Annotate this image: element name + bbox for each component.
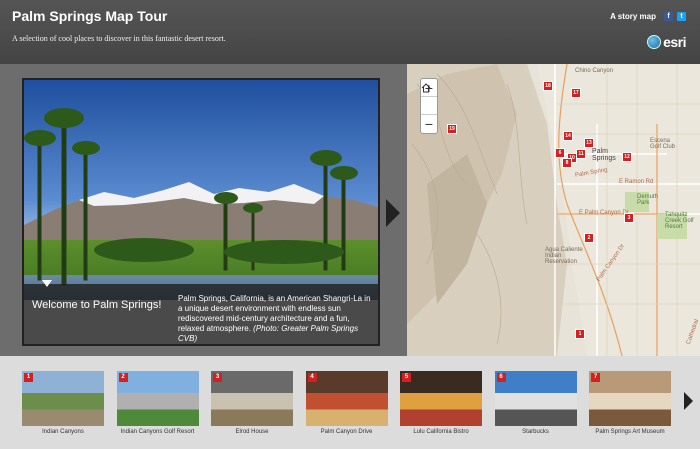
slide-description: Palm Springs, California, is an American… — [178, 294, 376, 344]
map-marker[interactable]: 2 — [584, 233, 594, 243]
thumbnail-number: 6 — [496, 373, 506, 382]
page-subtitle: A selection of cool places to discover i… — [12, 34, 226, 43]
page-title: Palm Springs Map Tour — [12, 8, 168, 24]
map-marker[interactable]: 8 — [562, 158, 572, 168]
story-map-link[interactable]: A story map — [610, 12, 656, 21]
thumbnail-number: 2 — [118, 373, 128, 382]
map-label-demuth: Demuth Park — [637, 194, 659, 206]
slide-caption: Welcome to Palm Springs! Palm Springs, C… — [24, 284, 378, 344]
map-marker[interactable]: 1 — [575, 329, 585, 339]
next-slide-arrow-icon[interactable] — [386, 199, 400, 227]
zoom-out-button[interactable]: − — [421, 115, 437, 133]
facebook-icon[interactable]: f — [664, 12, 673, 21]
esri-logo-text: esri — [663, 34, 686, 50]
map-marker[interactable]: 14 — [563, 131, 573, 141]
map-label-escena: Escena Golf Club — [650, 138, 676, 150]
map-marker[interactable]: 12 — [622, 152, 632, 162]
map-marker[interactable]: 19 — [447, 124, 457, 134]
home-button[interactable] — [421, 83, 437, 115]
slide-title: Welcome to Palm Springs! — [32, 299, 162, 311]
map-marker[interactable]: 18 — [543, 81, 553, 91]
thumbnail-number: 3 — [213, 373, 222, 382]
thumbnail-label: Lulu California Bistro — [413, 429, 469, 435]
thumbnail-image[interactable] — [400, 371, 482, 426]
thumbnail-item[interactable]: 6 Starbucks — [494, 371, 577, 443]
map-marker[interactable]: 6 — [555, 148, 565, 158]
map-terrain — [407, 64, 700, 356]
thumbnail-label: Palm Canyon Drive — [320, 429, 373, 435]
thumbnail-image[interactable] — [589, 371, 671, 426]
carousel-next-arrow-icon[interactable] — [684, 392, 693, 410]
twitter-icon[interactable]: t — [677, 12, 686, 21]
map-marker[interactable]: 13 — [584, 138, 594, 148]
thumbnail-label: Starbucks — [522, 429, 549, 435]
thumbnail-label: Indian Canyons Golf Resort — [120, 429, 195, 435]
map-marker[interactable]: 3 — [624, 213, 634, 223]
thumbnail-image[interactable] — [22, 371, 104, 426]
thumbnail-carousel: 1 Indian Canyons 2 Indian Canyons Golf Reso… — [0, 356, 700, 449]
map-view[interactable]: + − Chino Canyon Palm Springs Escena Gol… — [407, 64, 700, 356]
map-label-chino-canyon: Chino Canyon — [575, 68, 614, 74]
header: Palm Springs Map Tour A selection of coo… — [0, 0, 700, 64]
globe-icon — [647, 35, 662, 49]
map-label-e-palm-canyon: E Palm Canyon Dr — [579, 210, 629, 216]
map-label-e-ramon: E Ramon Rd — [619, 179, 654, 185]
map-label-agua-caliente: Agua Caliente Indian Reservation — [545, 247, 583, 265]
map-marker[interactable]: 11 — [576, 149, 586, 159]
thumbnail-label: Palm Springs Art Museum — [595, 429, 665, 435]
esri-logo[interactable]: esri — [647, 34, 686, 50]
thumbnail-item[interactable]: 2 Indian Canyons Golf Resort — [116, 371, 199, 443]
thumbnail-item[interactable]: 3 Elrod House — [211, 371, 293, 443]
home-icon — [421, 83, 431, 93]
thumbnail-number: 1 — [24, 373, 33, 382]
photo-palms — [24, 108, 358, 286]
thumbnail-number: 7 — [591, 373, 600, 382]
thumbnail-image[interactable] — [494, 371, 577, 426]
thumbnail-number: 5 — [402, 373, 411, 382]
caption-toggle-icon[interactable] — [42, 280, 52, 287]
map-marker[interactable]: 17 — [571, 88, 581, 98]
thumbnail-label: Elrod House — [235, 429, 269, 435]
thumbnail-image[interactable] — [116, 371, 199, 426]
thumbnail-item[interactable]: 7 Palm Springs Art Museum — [589, 371, 671, 443]
media-panel: Welcome to Palm Springs! Palm Springs, C… — [0, 64, 407, 356]
thumbnail-item[interactable]: 1 Indian Canyons — [22, 371, 104, 443]
thumbnail-number: 4 — [307, 373, 317, 382]
thumbnail-label: Indian Canyons — [42, 429, 84, 435]
thumbnail-item[interactable]: 4 Palm Canyon Drive — [305, 371, 388, 443]
map-label-tahquitz: Tahquitz Creek Golf Resort — [665, 212, 694, 230]
thumbnail-image[interactable] — [211, 371, 293, 426]
zoom-controls: + − — [420, 78, 438, 134]
thumbnail-image[interactable] — [305, 371, 388, 426]
slide-photo: Welcome to Palm Springs! Palm Springs, C… — [22, 78, 380, 346]
thumbnail-item[interactable]: 5 Lulu California Bistro — [400, 371, 482, 443]
